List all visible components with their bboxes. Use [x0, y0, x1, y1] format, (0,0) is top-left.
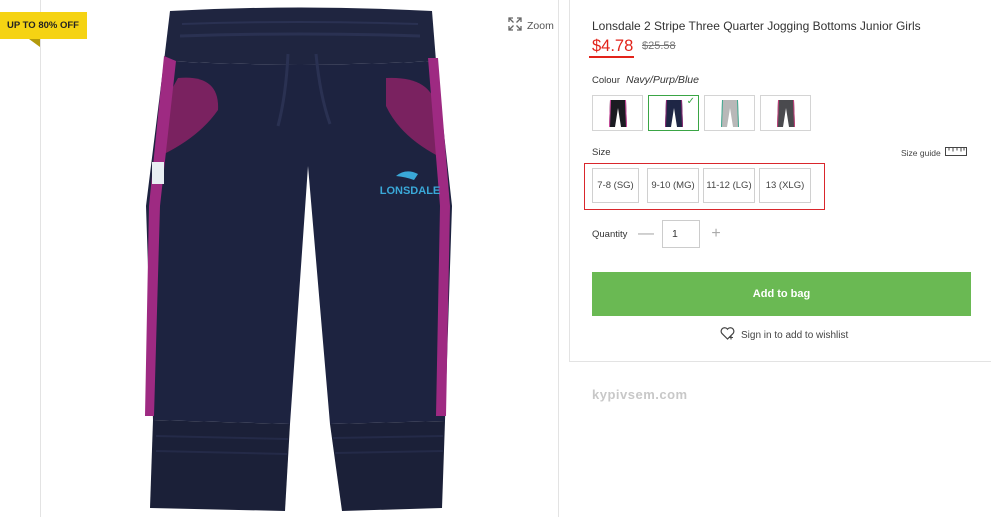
checkmark-icon: ✓ — [686, 96, 695, 107]
product-title: Lonsdale 2 Stripe Three Quarter Jogging … — [592, 19, 921, 33]
wishlist-link[interactable]: Sign in to add to wishlist — [720, 327, 848, 343]
selected-colour: Navy/Purp/Blue — [626, 74, 699, 86]
size-option-11-12[interactable]: 11-12 (LG) — [703, 168, 755, 203]
zoom-button[interactable]: Zoom — [508, 17, 554, 34]
size-guide-label: Size guide — [901, 147, 941, 158]
size-option-9-10[interactable]: 9-10 (MG) — [647, 168, 699, 203]
size-option-13[interactable]: 13 (XLG) — [759, 168, 811, 203]
wishlist-label: Sign in to add to wishlist — [741, 329, 849, 341]
colour-swatch-black[interactable] — [592, 95, 643, 131]
colour-swatch-grey[interactable] — [704, 95, 755, 131]
divider — [558, 0, 559, 517]
heart-icon — [720, 327, 735, 343]
quantity-increase-button[interactable]: + — [709, 225, 723, 243]
quantity-decrease-button[interactable]: — — [638, 225, 654, 243]
price-highlight-underline — [589, 56, 634, 58]
ruler-icon — [944, 147, 967, 158]
trousers-thumbnail — [665, 100, 683, 127]
add-to-bag-button[interactable]: Add to bag — [592, 272, 971, 316]
quantity-label: Quantity — [592, 229, 628, 240]
size-option-7-8[interactable]: 7-8 (SG) — [592, 168, 639, 203]
size-label: Size — [592, 147, 611, 158]
divider — [40, 0, 41, 517]
quantity-input[interactable]: 1 — [662, 220, 700, 248]
trousers-thumbnail — [777, 100, 795, 127]
colour-swatch-navy[interactable]: ✓ — [648, 95, 699, 131]
original-price: $25.58 — [642, 40, 676, 52]
promo-badge-fold — [29, 39, 40, 47]
colour-label: Colour — [592, 75, 620, 86]
product-info-panel: Lonsdale 2 Stripe Three Quarter Jogging … — [569, 0, 991, 362]
promo-badge: UP TO 80% OFF — [0, 12, 87, 39]
brand-logo: LONSDALE — [380, 185, 441, 197]
trousers-thumbnail — [721, 100, 739, 127]
current-price: $4.78 — [592, 37, 634, 55]
zoom-label: Zoom — [527, 19, 554, 32]
size-guide-link[interactable]: Size guide — [901, 147, 967, 158]
product-image-panel: UP TO 80% OFF Zoom LONSDALE — [0, 0, 560, 517]
watermark: kypivsem.com — [592, 387, 688, 402]
product-image[interactable]: LONSDALE — [120, 6, 480, 517]
expand-icon — [508, 17, 522, 34]
trousers-thumbnail — [609, 100, 627, 127]
colour-swatch-charcoal[interactable] — [760, 95, 811, 131]
